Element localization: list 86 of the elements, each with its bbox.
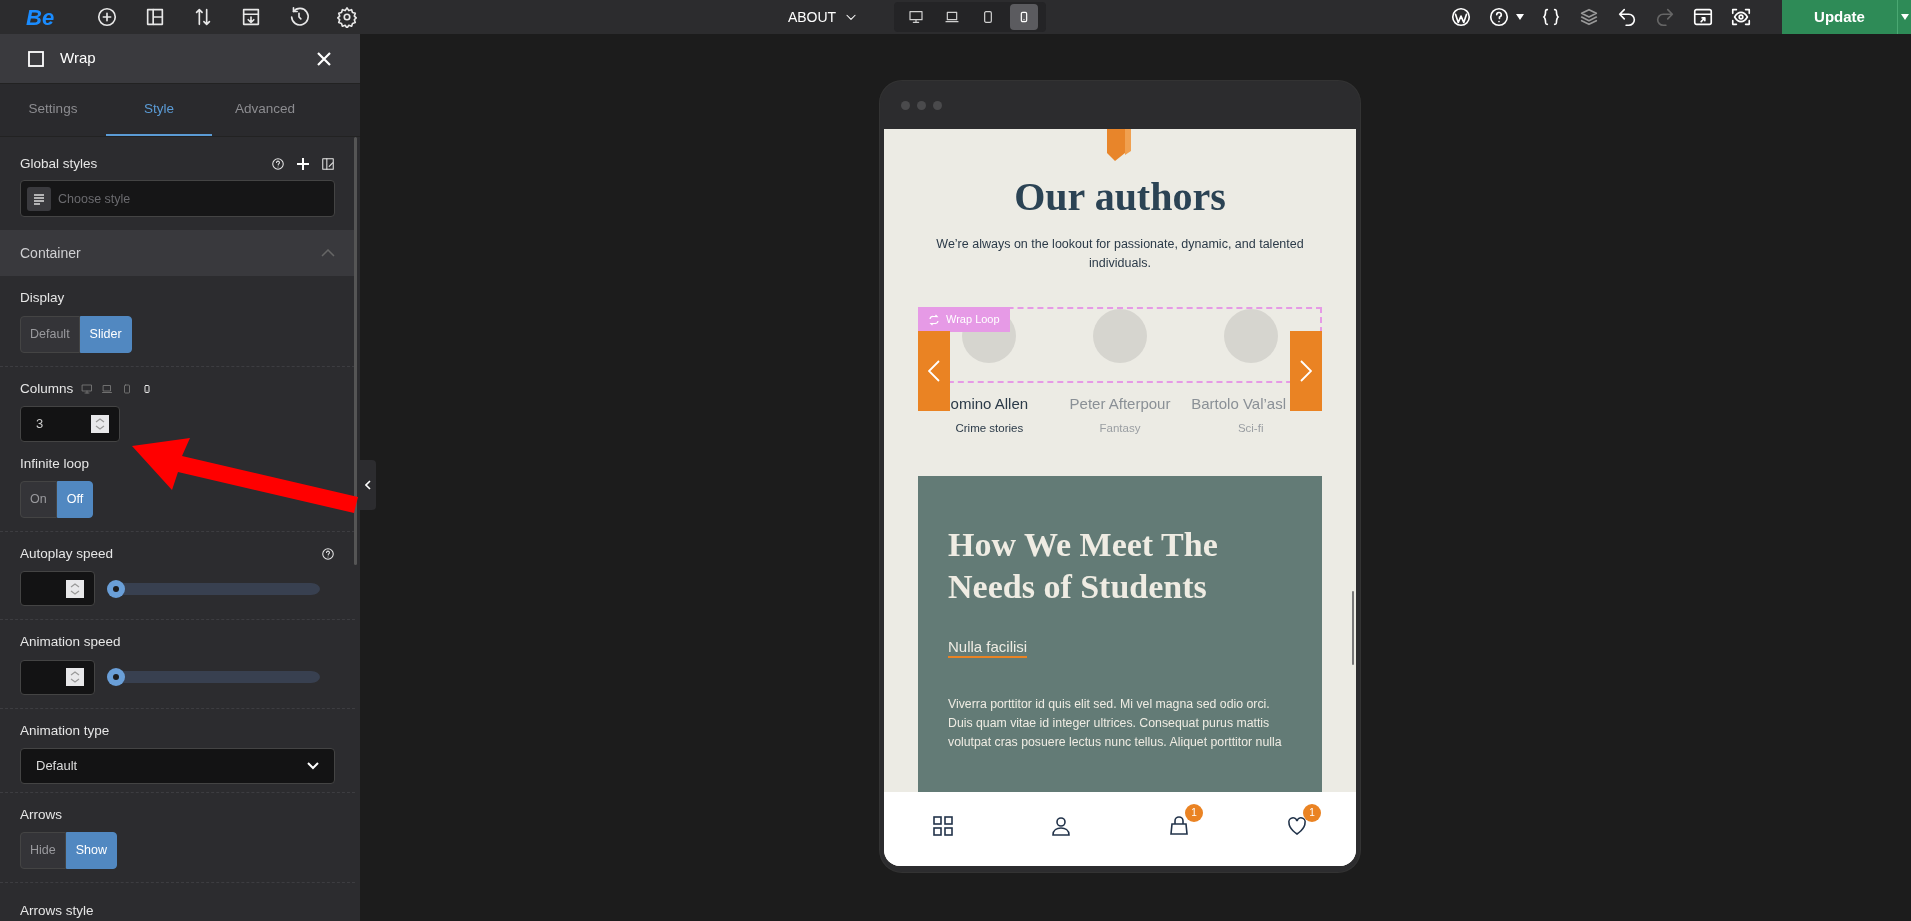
toggle-option[interactable]: On <box>20 481 57 518</box>
intro-text: We’re always on the lookout for passionate, dynamic, and talented individuals. <box>935 236 1305 272</box>
help-icon[interactable] <box>271 157 285 172</box>
select-field[interactable]: Default <box>20 747 335 784</box>
loop-icon <box>928 313 940 326</box>
stepper-icon[interactable] <box>91 414 109 433</box>
laptop-icon <box>944 9 961 25</box>
list-icon <box>27 187 51 212</box>
feature-heading: How We Meet The Needs of Students <box>948 525 1219 607</box>
slider-track[interactable] <box>107 668 320 686</box>
square-icon <box>28 50 44 67</box>
author-name: omino Allen <box>950 394 1029 414</box>
edit-style-icon[interactable] <box>321 157 335 172</box>
panel-tab[interactable]: Style <box>106 84 212 136</box>
author-name: Bartolo Val’asl <box>1191 394 1286 414</box>
field-label: Infinite loop <box>20 454 90 473</box>
author-name: Peter Afterpour <box>1069 394 1171 414</box>
add-icon[interactable] <box>96 6 118 28</box>
panel-tab[interactable]: Advanced <box>212 84 318 136</box>
css-braces-icon[interactable] <box>1540 6 1562 28</box>
chevron-left-icon <box>365 480 371 490</box>
update-options-button[interactable] <box>1897 0 1911 34</box>
shopping-bag-nav-button[interactable] <box>1167 813 1191 838</box>
field-label: Arrows style <box>20 902 94 920</box>
author-genre: Sci-fi <box>1237 420 1264 436</box>
stepper-icon[interactable] <box>66 579 84 598</box>
field-label: Columns <box>20 379 74 398</box>
mobile-view-button[interactable] <box>1010 4 1039 30</box>
section-heading: Our authors <box>1014 173 1226 221</box>
help-icon[interactable] <box>1488 6 1510 28</box>
number-input[interactable] <box>20 571 95 607</box>
collapse-panel-button[interactable] <box>360 460 376 510</box>
slider-thumb[interactable] <box>107 668 125 686</box>
update-button[interactable]: Update <box>1782 0 1897 34</box>
panel-tab[interactable]: Settings <box>0 84 106 136</box>
toggle-option[interactable]: Hide <box>20 832 66 869</box>
wordpress-logo-icon[interactable] <box>1450 6 1472 28</box>
field-label: Autoplay speed <box>20 545 114 563</box>
count-badge: 1 <box>1185 803 1203 822</box>
field-label: Global styles <box>20 155 99 173</box>
field-label: Animation type <box>20 721 110 740</box>
avatar-placeholder <box>1093 309 1147 363</box>
window-share-icon[interactable] <box>1692 6 1714 28</box>
book-icon <box>1107 129 1133 161</box>
style-field[interactable]: Choose style <box>20 180 335 218</box>
field-label: Display <box>20 289 65 308</box>
grid-nav-button[interactable] <box>931 813 955 838</box>
history-icon[interactable] <box>288 6 310 28</box>
template-icon[interactable] <box>240 6 262 28</box>
chevron-left-icon <box>928 360 940 382</box>
feature-link[interactable]: Nulla facilisi <box>948 638 1028 658</box>
page-selector[interactable]: ABOUT <box>787 6 859 28</box>
caret-icon <box>1900 14 1909 20</box>
panel-title: Wrap <box>60 48 97 69</box>
settings-icon[interactable] <box>336 6 358 28</box>
count-badge: 1 <box>1303 803 1321 822</box>
feature-text: Viverra porttitor id quis elit sed. Mi vel magna sed odio orci. Duis quam vitae id integer ultrices. Consequat purus mattis volutpat cras posuere lectus nunc tellus. Aliquet porttitor nulla <box>948 696 1283 751</box>
desktop-icon <box>908 9 925 25</box>
number-input[interactable] <box>20 659 95 695</box>
toggle-option[interactable]: Off <box>56 481 94 518</box>
toggle-option[interactable]: Show <box>65 832 117 869</box>
layers-icon[interactable] <box>1578 6 1600 28</box>
toggle-option[interactable]: Slider <box>79 315 132 353</box>
author-genre: Fantasy <box>1099 420 1141 436</box>
section-header[interactable]: Container <box>0 230 355 277</box>
toggle-option[interactable]: Default <box>20 315 80 353</box>
undo-icon[interactable] <box>1616 6 1638 28</box>
slider-track[interactable] <box>107 579 320 598</box>
desktop-icon[interactable] <box>81 382 94 395</box>
logo[interactable]: Be <box>26 0 96 34</box>
chevron-right-icon <box>1300 360 1312 382</box>
help-icon[interactable] <box>321 547 335 562</box>
number-input[interactable]: 3 <box>20 405 120 442</box>
chevron-icon <box>307 761 319 770</box>
close-icon[interactable] <box>317 51 331 66</box>
field-label: Animation speed <box>20 633 121 652</box>
preview-eye-icon[interactable] <box>1730 6 1752 28</box>
slider-thumb[interactable] <box>107 579 125 598</box>
scrollbar-thumb[interactable] <box>1352 591 1354 665</box>
field-label: Arrows <box>20 805 62 824</box>
caret-icon[interactable] <box>1516 14 1524 20</box>
layout-add-icon[interactable] <box>144 6 166 28</box>
author-genre: Crime stories <box>955 420 1024 436</box>
redo-icon[interactable] <box>1654 6 1676 28</box>
laptop-icon[interactable] <box>101 382 114 395</box>
scrollbar-thumb[interactable] <box>354 137 357 565</box>
